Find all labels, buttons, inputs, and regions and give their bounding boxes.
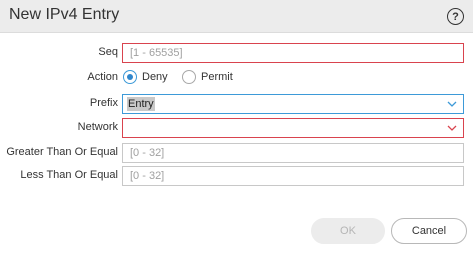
action-label: Action: [87, 71, 118, 83]
greater-than-or-equal-label: Greater Than Or Equal: [6, 146, 118, 158]
cancel-button[interactable]: Cancel: [391, 218, 467, 244]
action-row: Action Deny Permit: [0, 68, 473, 88]
seq-input[interactable]: [123, 44, 463, 62]
prefix-combobox[interactable]: Entry: [122, 94, 464, 114]
less-than-or-equal-row: Less Than Or Equal: [0, 166, 473, 186]
greater-than-or-equal-field-box: [122, 143, 464, 163]
seq-label: Seq: [98, 46, 118, 58]
permit-radio[interactable]: [182, 70, 196, 84]
less-than-or-equal-label: Less Than Or Equal: [20, 169, 118, 181]
network-row: Network: [0, 118, 473, 138]
chevron-down-icon[interactable]: [447, 124, 457, 132]
new-ipv4-entry-dialog: New IPv4 Entry ? Seq Action Deny Permit …: [0, 0, 473, 256]
deny-radio-label[interactable]: Deny: [142, 71, 168, 83]
prefix-value: Entry: [127, 97, 155, 111]
seq-field-box: [122, 43, 464, 63]
network-label: Network: [77, 121, 118, 133]
help-icon[interactable]: ?: [447, 8, 464, 25]
seq-row: Seq: [0, 43, 473, 63]
prefix-row: Prefix Entry: [0, 94, 473, 114]
less-than-or-equal-field-box: [122, 166, 464, 186]
network-combobox[interactable]: [122, 118, 464, 138]
less-than-or-equal-input[interactable]: [123, 167, 463, 185]
dialog-title: New IPv4 Entry: [9, 6, 120, 23]
prefix-label: Prefix: [89, 97, 118, 109]
dialog-titlebar: New IPv4 Entry ?: [0, 0, 473, 33]
ok-button[interactable]: OK: [311, 218, 385, 244]
deny-radio[interactable]: [123, 70, 137, 84]
greater-than-or-equal-input[interactable]: [123, 144, 463, 162]
greater-than-or-equal-row: Greater Than Or Equal: [0, 143, 473, 163]
chevron-down-icon[interactable]: [447, 100, 457, 108]
permit-radio-label[interactable]: Permit: [201, 71, 233, 83]
